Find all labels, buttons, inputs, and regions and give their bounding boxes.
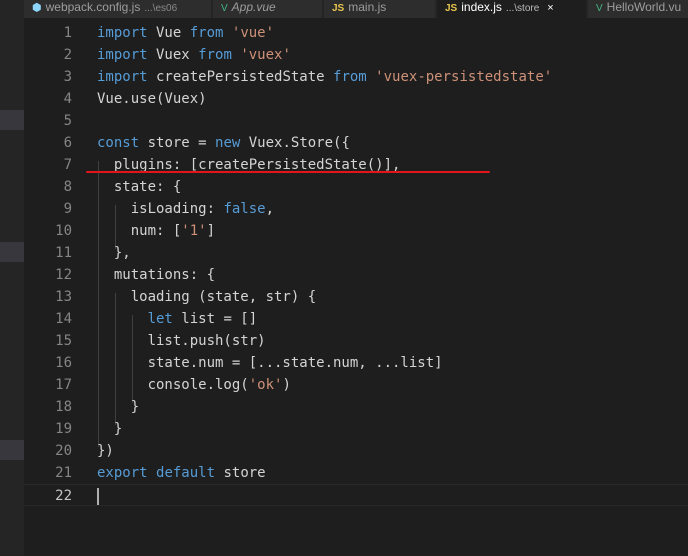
- code-line: 10 num: ['1']: [24, 220, 688, 242]
- code-line: 11 },: [24, 242, 688, 264]
- line-number: 16: [55, 355, 72, 371]
- code-text: },: [97, 245, 131, 261]
- side-strip-marker: [0, 110, 24, 130]
- line-number: 11: [55, 245, 72, 261]
- tab-webpack-config[interactable]: ⬢ webpack.config.js ...\es06: [24, 0, 212, 18]
- line-number: 5: [63, 113, 72, 129]
- line-number: 15: [55, 333, 72, 349]
- code-text: }: [97, 421, 123, 437]
- line-number: 19: [55, 421, 72, 437]
- code-text: isLoading: false,: [97, 201, 275, 217]
- line-number: 20: [55, 443, 72, 459]
- tab-path: ...\es06: [144, 3, 178, 14]
- code-line-current: 22: [24, 484, 688, 506]
- code-line: 1 import Vue from 'vue': [24, 22, 688, 44]
- tab-path: ...\store: [505, 3, 540, 14]
- line-number: 14: [55, 311, 72, 327]
- code-line: 12 mutations: {: [24, 264, 688, 286]
- code-line: 8 state: {: [24, 176, 688, 198]
- side-strip-marker: [0, 440, 24, 460]
- code-text: import createPersistedState from 'vuex-p…: [97, 69, 553, 85]
- side-strip: [0, 0, 24, 556]
- tab-index-js[interactable]: JS index.js ...\store ×: [437, 0, 587, 18]
- code-text: }): [97, 443, 114, 459]
- line-number: 13: [55, 289, 72, 305]
- code-text: const store = new Vuex.Store({: [97, 135, 350, 151]
- line-number: 8: [63, 179, 72, 195]
- code-text: state.num = [...state.num, ...list]: [97, 355, 443, 371]
- vue-icon: V: [221, 3, 228, 14]
- line-number: 22: [55, 488, 72, 504]
- line-number: 6: [63, 135, 72, 151]
- tab-label: App.vue: [231, 0, 276, 14]
- tab-label: webpack.config.js: [45, 0, 141, 14]
- code-line: 19 }: [24, 418, 688, 440]
- code-text: console.log('ok'): [97, 377, 291, 393]
- code-editor[interactable]: 1 import Vue from 'vue' 2 import Vuex from…: [24, 18, 688, 556]
- code-text: export default store: [97, 465, 266, 481]
- code-text: mutations: {: [97, 267, 216, 283]
- line-number: 21: [55, 465, 72, 481]
- tab-app-vue[interactable]: V App.vue: [213, 0, 323, 18]
- tab-label: index.js: [461, 0, 502, 14]
- code-line: 5: [24, 110, 688, 132]
- code-line: 17 console.log('ok'): [24, 374, 688, 396]
- tab-helloworld-vue[interactable]: V HelloWorld.vu: [588, 0, 688, 18]
- line-number: 7: [63, 157, 72, 173]
- code-line: 20}): [24, 440, 688, 462]
- code-text: state: {: [97, 179, 182, 195]
- code-text: import Vue from 'vue': [97, 25, 275, 41]
- tab-main-js[interactable]: JS main.js: [324, 0, 436, 18]
- code-line: 21 export default store: [24, 462, 688, 484]
- line-number: 4: [63, 91, 72, 107]
- code-line: 18 }: [24, 396, 688, 418]
- code-text: list.push(str): [97, 333, 266, 349]
- code-line: 6 const store = new Vuex.Store({: [24, 132, 688, 154]
- code-line: 4 Vue.use(Vuex): [24, 88, 688, 110]
- code-line: 13 loading (state, str) {: [24, 286, 688, 308]
- text-cursor: [97, 488, 99, 505]
- code-line: 16 state.num = [...state.num, ...list]: [24, 352, 688, 374]
- line-number: 9: [63, 201, 72, 217]
- tab-label: main.js: [348, 0, 387, 14]
- code-line: 9 isLoading: false,: [24, 198, 688, 220]
- js-icon: JS: [332, 3, 345, 14]
- code-line: 2 import Vuex from 'vuex': [24, 44, 688, 66]
- code-line: 14 let list = []: [24, 308, 688, 330]
- line-number: 2: [63, 47, 72, 63]
- line-number: 18: [55, 399, 72, 415]
- code-text: let list = []: [147, 311, 258, 327]
- code-text: Vue.use(Vuex): [97, 91, 207, 107]
- js-icon: JS: [445, 3, 458, 14]
- line-number: 3: [63, 69, 72, 85]
- code-text: import Vuex from 'vuex': [97, 47, 291, 63]
- line-number: 10: [55, 223, 72, 239]
- code-line: 15 list.push(str): [24, 330, 688, 352]
- code-text: }: [97, 399, 140, 415]
- side-strip-marker: [0, 242, 24, 262]
- code-text: loading (state, str) {: [97, 289, 317, 305]
- red-underline-annotation: [86, 171, 490, 173]
- code-line: 3 import createPersistedState from 'vuex-…: [24, 66, 688, 88]
- vue-icon: V: [596, 3, 603, 14]
- close-icon[interactable]: ×: [547, 2, 553, 14]
- line-number: 1: [63, 25, 72, 41]
- webpack-icon: ⬢: [32, 2, 42, 14]
- vscode-window: ⬢ webpack.config.js ...\es06 V App.vue JS ma…: [0, 0, 688, 556]
- editor-tab-bar: ⬢ webpack.config.js ...\es06 V App.vue JS ma…: [24, 0, 688, 18]
- tab-label: HelloWorld.vu: [606, 0, 682, 14]
- line-number: 17: [55, 377, 72, 393]
- line-number: 12: [55, 267, 72, 283]
- code-text: num: ['1']: [97, 223, 216, 239]
